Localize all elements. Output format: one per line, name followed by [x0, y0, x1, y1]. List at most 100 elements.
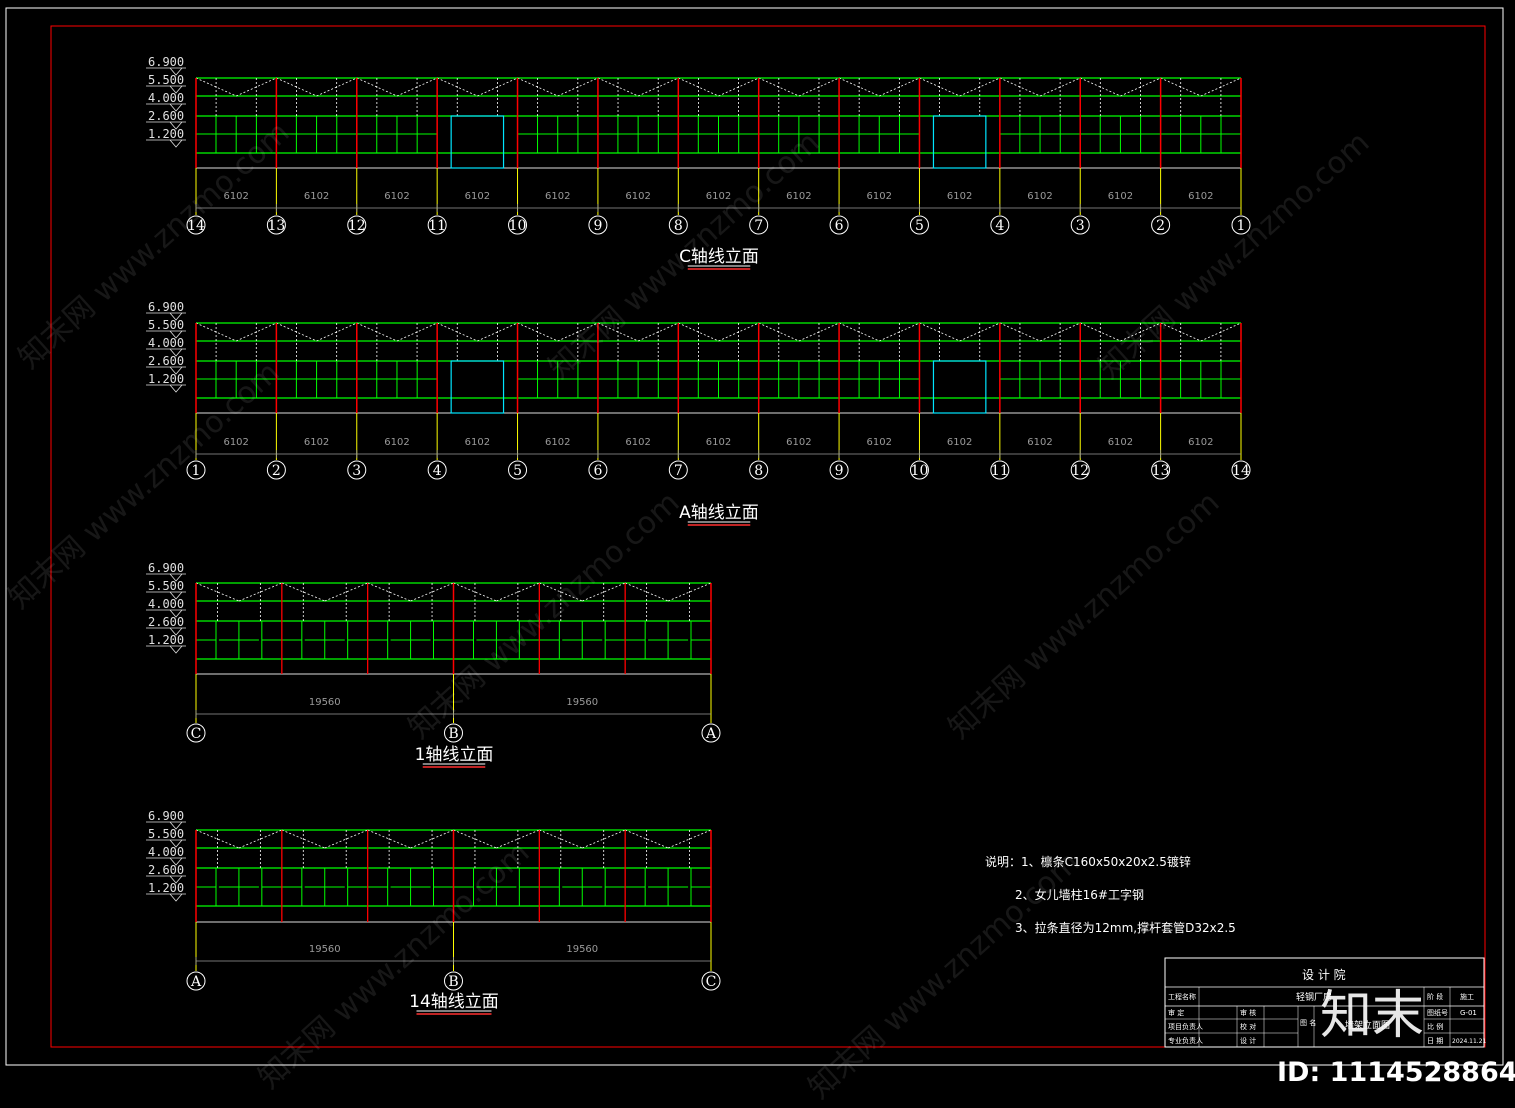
elevation-label: 4.000	[148, 845, 184, 859]
axis-label: 8	[754, 463, 763, 479]
elevation-label: 5.500	[148, 73, 184, 87]
watermark-text: 知末网 www.znzmo.com	[942, 485, 1226, 746]
axis-label: 4	[995, 218, 1004, 234]
axis-label: 9	[593, 218, 602, 234]
dimension-value: 6102	[947, 191, 972, 202]
dimension-value: 6102	[625, 437, 650, 448]
elevation-label: 5.500	[148, 318, 184, 332]
elevation-label: 2.600	[148, 354, 184, 368]
elevation-label: 4.000	[148, 91, 184, 105]
axis-label: 11	[428, 218, 446, 234]
tb-no: G-01	[1460, 1009, 1477, 1017]
watermark-text: 知末网 www.znzmo.com	[542, 125, 826, 386]
axis-label: 13	[267, 218, 285, 234]
elevation-label: 1.200	[148, 127, 184, 141]
elevation-label: 2.600	[148, 615, 184, 629]
door-opening	[932, 115, 987, 169]
dimension-value: 6102	[786, 437, 811, 448]
axis-label: 7	[754, 218, 763, 234]
axis-label: 7	[674, 463, 683, 479]
axis-label: C	[191, 726, 202, 742]
axis-label: 3	[1076, 218, 1085, 234]
tb-phase-label: 阶 段	[1427, 992, 1443, 1001]
axis-label: 10	[911, 463, 929, 479]
dimension-value: 6102	[223, 437, 248, 448]
dimension-value: 19560	[566, 697, 598, 708]
elevation-label: 6.900	[148, 561, 184, 575]
elevation-title: 14轴线立面	[409, 992, 499, 1012]
axis-label: 13	[1152, 463, 1170, 479]
brand-mark: 知末	[1320, 986, 1424, 1046]
dimension-value: 6102	[465, 437, 490, 448]
axis-label: B	[448, 726, 458, 742]
elevation-marker	[169, 384, 183, 393]
tb-drawing-label: 图 名	[1300, 1018, 1316, 1027]
axis-label: B	[448, 974, 458, 990]
axis-label: 6	[835, 218, 844, 234]
tb-proj-lead: 项目负责人	[1168, 1022, 1203, 1031]
dimension-value: 6102	[465, 191, 490, 202]
dimension-value: 6102	[1027, 191, 1052, 202]
dimension-value: 6102	[867, 437, 892, 448]
tb-no-label: 图纸号	[1427, 1008, 1448, 1017]
dimension-value: 6102	[1188, 437, 1213, 448]
axis-label: 2	[272, 463, 281, 479]
tb-phase: 施工	[1460, 992, 1474, 1001]
axis-label: 6	[593, 463, 602, 479]
tb-check: 审 核	[1240, 1008, 1256, 1017]
tb-project-label: 工程名称	[1168, 992, 1196, 1001]
dimension-value: 6102	[1108, 191, 1133, 202]
elevation-drawing-a: 1 2 3 4 5 6 7 8 9 10 11 12 13 146102 6102 6102 6102 6102 6…	[146, 300, 1251, 526]
axis-label: A	[705, 726, 717, 742]
elevation-label: 5.500	[148, 579, 184, 593]
axis-label: 3	[352, 463, 361, 479]
elevation-label: 5.500	[148, 827, 184, 841]
watermark-text: 知末网 www.znzmo.com	[402, 485, 686, 746]
axis-label: C	[706, 974, 717, 990]
dimension-value: 6102	[947, 437, 972, 448]
elevation-label: 1.200	[148, 372, 184, 386]
tb-proofread: 校 对	[1240, 1022, 1256, 1031]
dimension-value: 6102	[1108, 437, 1133, 448]
watermark-text: 知末网 www.znzmo.com	[802, 845, 1086, 1106]
dimension-value: 19560	[309, 697, 341, 708]
door-opening	[450, 115, 505, 169]
axis-label: 2	[1156, 218, 1165, 234]
axis-label: 14	[1232, 463, 1250, 479]
note-1: 说明：1、檩条C160x50x20x2.5镀锌	[985, 854, 1191, 869]
axis-label: 1	[192, 463, 201, 479]
dimension-value: 6102	[304, 191, 329, 202]
axis-label: 5	[513, 463, 522, 479]
cad-drawing-sheet: 14 13 12 11 10 9 8 7 6 5 4 3 2 1 6102 6102 6102 6102 6102 6…	[2, 7, 1515, 1106]
axis-label: 12	[348, 218, 366, 234]
elevation-marker	[169, 645, 183, 654]
elevation-label: 4.000	[148, 336, 184, 350]
watermark-text: 知末网 www.znzmo.com	[252, 835, 536, 1096]
watermark-text: 知末网 www.znzmo.com	[2, 355, 286, 616]
axis-label: A	[190, 974, 202, 990]
elevation-label: 6.900	[148, 809, 184, 823]
tb-scale-label: 比 例	[1427, 1022, 1443, 1031]
tb-date-label: 日 期	[1427, 1037, 1443, 1045]
dimension-value: 6102	[304, 437, 329, 448]
dimension-value: 6102	[1188, 191, 1213, 202]
door-opening	[932, 360, 987, 414]
watermark-text: 知末网 www.znzmo.com	[1092, 125, 1376, 386]
elevation-marker	[169, 139, 183, 148]
axis-label: 4	[433, 463, 442, 479]
tb-date: 2024.11.21	[1452, 1038, 1487, 1045]
elevation-label: 4.000	[148, 597, 184, 611]
elevation-label: 1.200	[148, 633, 184, 647]
door-opening	[450, 360, 505, 414]
axis-label: 9	[835, 463, 844, 479]
dimension-value: 19560	[309, 944, 341, 955]
tb-institute: 设 计 院	[1302, 968, 1346, 982]
dimension-value: 6102	[786, 191, 811, 202]
elevation-title: 1轴线立面	[415, 745, 494, 765]
elevation-label: 2.600	[148, 109, 184, 123]
image-id: ID: 1114528864	[1277, 1057, 1515, 1088]
dimension-value: 6102	[706, 437, 731, 448]
axis-label: 8	[674, 218, 683, 234]
elevation-marker	[169, 893, 183, 902]
elevation-title: A轴线立面	[679, 503, 759, 523]
